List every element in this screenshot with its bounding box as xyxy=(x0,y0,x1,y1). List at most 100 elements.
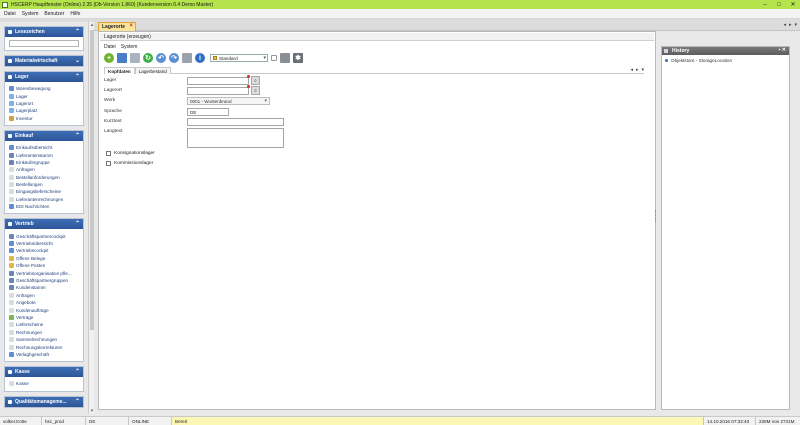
tab-lagerbestand[interactable]: Lagerbestand xyxy=(134,67,171,74)
sidebar-item-geschaeftspartnergruppen[interactable]: Geschäftspartnergruppen xyxy=(9,277,79,284)
sidebar-item-vertriebsorganisation[interactable]: Vertriebsorganisation pfle... xyxy=(9,269,79,276)
sidebar-item-lagerort[interactable]: Lagerort xyxy=(9,100,79,107)
scroll-down-icon[interactable]: ▾ xyxy=(89,408,95,414)
sidebar-item-lieferantenrechnungen[interactable]: Lieferantenrechnungen xyxy=(9,196,79,203)
maximize-button[interactable]: □ xyxy=(772,0,786,9)
lager-lookup-icon[interactable]: ⌕ xyxy=(251,76,260,85)
redo-icon[interactable]: ↷ xyxy=(169,53,179,63)
panel-header-qualitaetsmanagement[interactable]: Qualitätsmanageme... ⌃ xyxy=(5,396,83,407)
sidebar-item-lagerplatz[interactable]: Lagerplatz xyxy=(9,107,79,114)
collapse-icon[interactable]: ⌃ xyxy=(75,73,80,80)
collapse-icon[interactable]: ⌃ xyxy=(75,368,80,375)
menu-benutzer[interactable]: Benutzer xyxy=(44,11,64,17)
sidebar-item-geschaeftspartnercockpit[interactable]: Geschäftspartnercockpit xyxy=(9,232,79,239)
tab-next-icon[interactable]: ▸ xyxy=(636,67,639,73)
sidebar-item-sammelrechnungen[interactable]: Sammelrechnungen xyxy=(9,336,79,343)
save-icon[interactable] xyxy=(117,53,127,63)
sidebar-item-offene-belege[interactable]: Offene Belege xyxy=(9,255,79,262)
bookmark-search-input[interactable] xyxy=(9,40,79,47)
panel-kasse: Kasse ⌃ Kasse xyxy=(4,366,84,392)
menu-hilfe[interactable]: Hilfe xyxy=(70,11,80,17)
kommissionslager-checkbox[interactable] xyxy=(106,161,111,166)
langtext-textarea[interactable] xyxy=(187,128,284,148)
sidebar-item-kasse[interactable]: Kasse xyxy=(9,380,79,387)
scroll-right-icon[interactable]: ▸ xyxy=(789,22,792,28)
new-icon[interactable]: + xyxy=(104,53,114,63)
sidebar-item-anfragen[interactable]: Anfragen xyxy=(9,166,79,173)
sidebar-item-vertriebscockpit[interactable]: Vertriebscockpit xyxy=(9,247,79,254)
collapse-icon[interactable]: ⌃ xyxy=(75,132,80,139)
tab-close-icon[interactable]: × xyxy=(129,23,133,29)
sidebar-item-lieferscheine[interactable]: Lieferscheine xyxy=(9,321,79,328)
sidebar-item-inventur[interactable]: Inventur xyxy=(9,115,79,122)
print-icon[interactable] xyxy=(280,53,290,63)
minimize-button[interactable]: – xyxy=(758,0,772,9)
tab-prev-icon[interactable]: ◂ xyxy=(630,67,633,73)
sidebar-item-verlaggeschaeft[interactable]: Verlaghgeschäft xyxy=(9,351,79,358)
history-item[interactable]: Objektstore - StorageLocation xyxy=(662,55,789,66)
collapse-icon[interactable]: ⌄ xyxy=(75,57,80,64)
collapse-icon[interactable]: ⌃ xyxy=(75,220,80,227)
panel-header-vertrieb[interactable]: Vertrieb ⌃ xyxy=(5,219,83,230)
sidebar-item-eingangslieferscheine[interactable]: Eingangslieferscheine xyxy=(9,188,79,195)
kurztext-input[interactable] xyxy=(187,118,284,126)
sidebar-item-offene-posten[interactable]: Offene Posten xyxy=(9,262,79,269)
refresh-icon[interactable]: ↻ xyxy=(143,53,153,63)
lagerort-input[interactable] xyxy=(187,87,249,95)
sidebar-item-einkaufsuebersicht[interactable]: Einkaufsübersicht xyxy=(9,144,79,151)
sidebar-item-lager[interactable]: Lager xyxy=(9,92,79,99)
tab-menu-icon[interactable]: ▾ xyxy=(641,67,644,73)
konsignationslager-checkbox[interactable] xyxy=(106,151,111,156)
sidebar-item-rechnungen[interactable]: Rechnungen xyxy=(9,329,79,336)
panel-header-einkauf[interactable]: Einkauf ⌃ xyxy=(5,130,83,141)
layout-checkbox[interactable] xyxy=(271,55,277,61)
form-menu-system[interactable]: System xyxy=(121,44,138,50)
panel-header-kasse[interactable]: Kasse ⌃ xyxy=(5,367,83,378)
panel-splitter[interactable] xyxy=(655,210,657,222)
collapse-icon[interactable]: ⌃ xyxy=(75,28,80,35)
sidebar-item-vertriebsuebersicht[interactable]: Vertriebsübersicht xyxy=(9,240,79,247)
sidebar-item-warenbewegung[interactable]: Warenbewegung xyxy=(9,85,79,92)
scroll-left-icon[interactable]: ◂ xyxy=(783,22,786,28)
konsignationslager-row[interactable]: Konsignationslager xyxy=(106,151,155,156)
copy-icon[interactable] xyxy=(130,53,140,63)
tab-list-icon[interactable]: ▾ xyxy=(794,22,797,28)
history-controls[interactable]: ▪ ✕ xyxy=(779,47,786,53)
scrollbar-thumb[interactable] xyxy=(90,30,94,330)
sidebar-item-bestellanforderungen[interactable]: Bestellanforderungen xyxy=(9,174,79,181)
sidebar-item-kundenauftraege[interactable]: Kundenaufträge xyxy=(9,306,79,313)
sidebar-item-kundenstamm[interactable]: Kundenstamm xyxy=(9,284,79,291)
sidebar-item-anfragen-vertrieb[interactable]: Anfragen xyxy=(9,292,79,299)
kommissionslager-row[interactable]: Kommissionslager xyxy=(106,161,153,166)
layout-select[interactable]: Standard ▾ xyxy=(210,54,268,62)
tab-lagerorte[interactable]: Lagerorte × xyxy=(98,22,136,31)
collapse-icon[interactable]: ⌃ xyxy=(75,398,80,405)
werk-select[interactable]: 0001 - Wustenbrand ▾ xyxy=(187,97,270,105)
delete-icon[interactable] xyxy=(182,53,192,63)
form-menu-datei[interactable]: Datei xyxy=(104,44,116,50)
panel-header-lager[interactable]: Lager ⌃ xyxy=(5,72,83,82)
lager-input[interactable] xyxy=(187,77,249,85)
status-user: volker.trotte xyxy=(0,417,42,425)
sidebar-item-angebote[interactable]: Angebote xyxy=(9,299,79,306)
sprache-input[interactable]: DE xyxy=(187,108,229,116)
settings-icon[interactable]: ✱ xyxy=(293,53,303,63)
panel-header-materialwirtschaft[interactable]: Materialwirtschaft ⌄ xyxy=(5,56,83,66)
sidebar-item-lieferantenstamm[interactable]: Lieferantenstamm xyxy=(9,151,79,158)
sidebar-item-vertraege[interactable]: Verträge xyxy=(9,314,79,321)
sidebar-item-edi-nachrichten[interactable]: EDI Nachrichten xyxy=(9,203,79,210)
sidebar-item-einkaeufergruppe[interactable]: Einkäufergruppe xyxy=(9,159,79,166)
scroll-up-icon[interactable]: ▴ xyxy=(89,22,95,28)
menu-datei[interactable]: Datei xyxy=(4,11,16,17)
undo-icon[interactable]: ↶ xyxy=(156,53,166,63)
tab-kopfdaten[interactable]: Kopfdaten xyxy=(104,67,135,74)
sidebar-item-rechnungskorrekturen[interactable]: Rechnungskorrekturen xyxy=(9,343,79,350)
layout-icon xyxy=(213,56,217,60)
menu-system[interactable]: System xyxy=(22,11,39,17)
close-button[interactable]: ✕ xyxy=(786,0,800,9)
panel-header-lesezeichen[interactable]: Lesezeichen ⌃ xyxy=(5,27,83,37)
sidebar-scrollbar[interactable]: ▴ ▾ xyxy=(88,22,94,414)
sidebar-item-bestellungen[interactable]: Bestellungen xyxy=(9,181,79,188)
info-icon[interactable]: i xyxy=(195,53,205,63)
lagerort-lookup-icon[interactable]: ⌕ xyxy=(251,86,260,95)
